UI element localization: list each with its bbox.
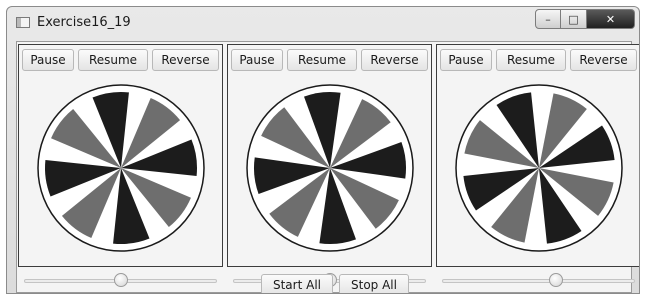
reverse-button-3[interactable]: Reverse (570, 49, 637, 71)
maximize-button[interactable]: □ (561, 9, 587, 29)
resume-button-2[interactable]: Resume (287, 49, 357, 71)
window-title: Exercise16_19 (37, 15, 131, 30)
resume-button-1[interactable]: Resume (78, 49, 148, 71)
fan-controls-1: Pause Resume Reverse (19, 49, 222, 71)
pause-button-3[interactable]: Pause (440, 49, 492, 71)
fan-2 (246, 84, 414, 252)
minimize-icon: – (545, 12, 551, 26)
fan-1 (37, 84, 205, 252)
reverse-button-1[interactable]: Reverse (152, 49, 219, 71)
window-caption-buttons: – □ ✕ (535, 9, 635, 29)
stop-all-button[interactable]: Stop All (339, 274, 409, 293)
fan-pane-1: Pause Resume Reverse (18, 44, 223, 287)
main-content: Pause Resume Reverse Pause Resume Revers… (16, 41, 639, 293)
reverse-button-2[interactable]: Reverse (361, 49, 428, 71)
fan-pane-3: Pause Resume Reverse (436, 44, 639, 287)
minimize-button[interactable]: – (535, 9, 561, 29)
pause-button-1[interactable]: Pause (22, 49, 74, 71)
global-controls: Start All Stop All (17, 274, 631, 293)
fan-3 (455, 84, 623, 252)
pause-button-2[interactable]: Pause (231, 49, 283, 71)
app-window-icon (16, 17, 30, 28)
maximize-icon: □ (568, 12, 579, 26)
title-bar[interactable]: Exercise16_19 – □ ✕ (7, 7, 639, 41)
fan-controls-2: Pause Resume Reverse (228, 49, 431, 71)
close-button[interactable]: ✕ (587, 9, 635, 29)
fan-controls-3: Pause Resume Reverse (437, 49, 639, 71)
resume-button-3[interactable]: Resume (496, 49, 566, 71)
app-window: Exercise16_19 – □ ✕ Pause Resume Reverse (6, 6, 640, 294)
fan-pane-2: Pause Resume Reverse (227, 44, 432, 287)
close-icon: ✕ (605, 12, 616, 26)
start-all-button[interactable]: Start All (261, 274, 333, 293)
